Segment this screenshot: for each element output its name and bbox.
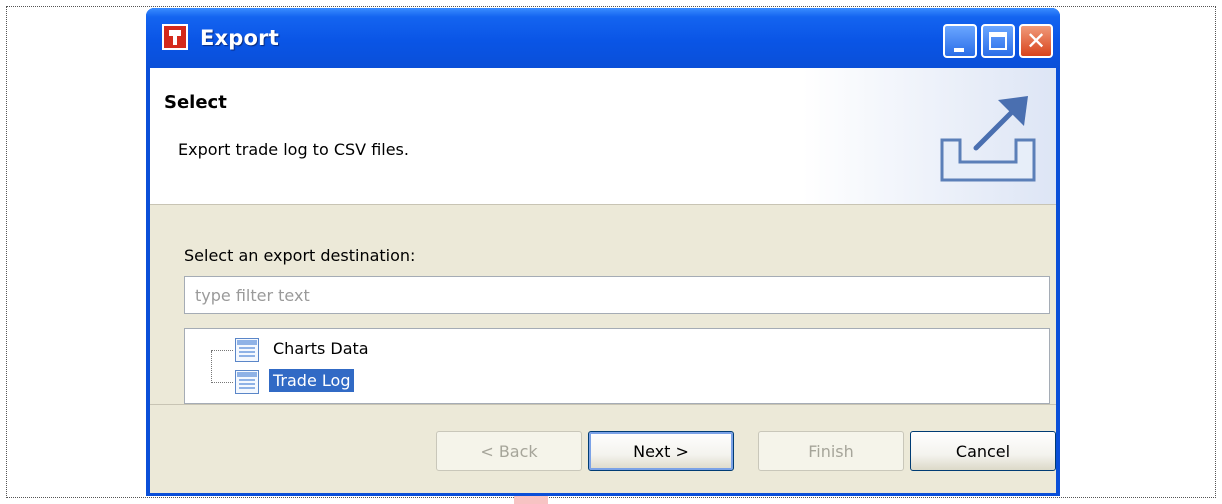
minimize-icon xyxy=(954,48,964,52)
next-button[interactable]: Next > xyxy=(588,431,734,471)
destination-tree[interactable]: Charts Data Trade Log xyxy=(184,328,1050,404)
title-bar[interactable]: Export ✕ xyxy=(146,8,1060,68)
page-description: Export trade log to CSV files. xyxy=(178,140,409,159)
tree-connector xyxy=(211,382,233,383)
tree-item-label: Trade Log xyxy=(269,369,355,392)
tree-item-label: Charts Data xyxy=(273,339,369,358)
table-icon xyxy=(235,338,259,362)
highlight-marker xyxy=(514,496,548,504)
destination-label: Select an export destination: xyxy=(184,246,416,265)
minimize-button[interactable] xyxy=(943,24,977,58)
app-logo-icon xyxy=(162,24,188,50)
close-button[interactable]: ✕ xyxy=(1019,24,1053,58)
back-button[interactable]: < Back xyxy=(436,431,582,471)
cancel-button[interactable]: Cancel xyxy=(910,431,1056,471)
table-icon xyxy=(235,370,259,394)
wizard-header: Select Export trade log to CSV files. xyxy=(150,68,1056,205)
finish-button[interactable]: Finish xyxy=(758,431,904,471)
export-dialog: Export ✕ Select Export trade log to CSV … xyxy=(146,8,1060,496)
window-title: Export xyxy=(200,26,279,50)
tree-connector xyxy=(211,350,233,351)
filter-input[interactable] xyxy=(184,276,1050,314)
maximize-icon xyxy=(989,32,1007,50)
close-icon: ✕ xyxy=(1025,27,1047,55)
export-arrow-icon xyxy=(940,96,1036,182)
tree-connector xyxy=(211,351,212,383)
page-title: Select xyxy=(164,92,227,113)
maximize-button[interactable] xyxy=(981,24,1015,58)
dialog-body: Select Export trade log to CSV files. Se… xyxy=(150,68,1056,493)
button-bar: < Back Next > Finish Cancel xyxy=(150,404,1056,493)
